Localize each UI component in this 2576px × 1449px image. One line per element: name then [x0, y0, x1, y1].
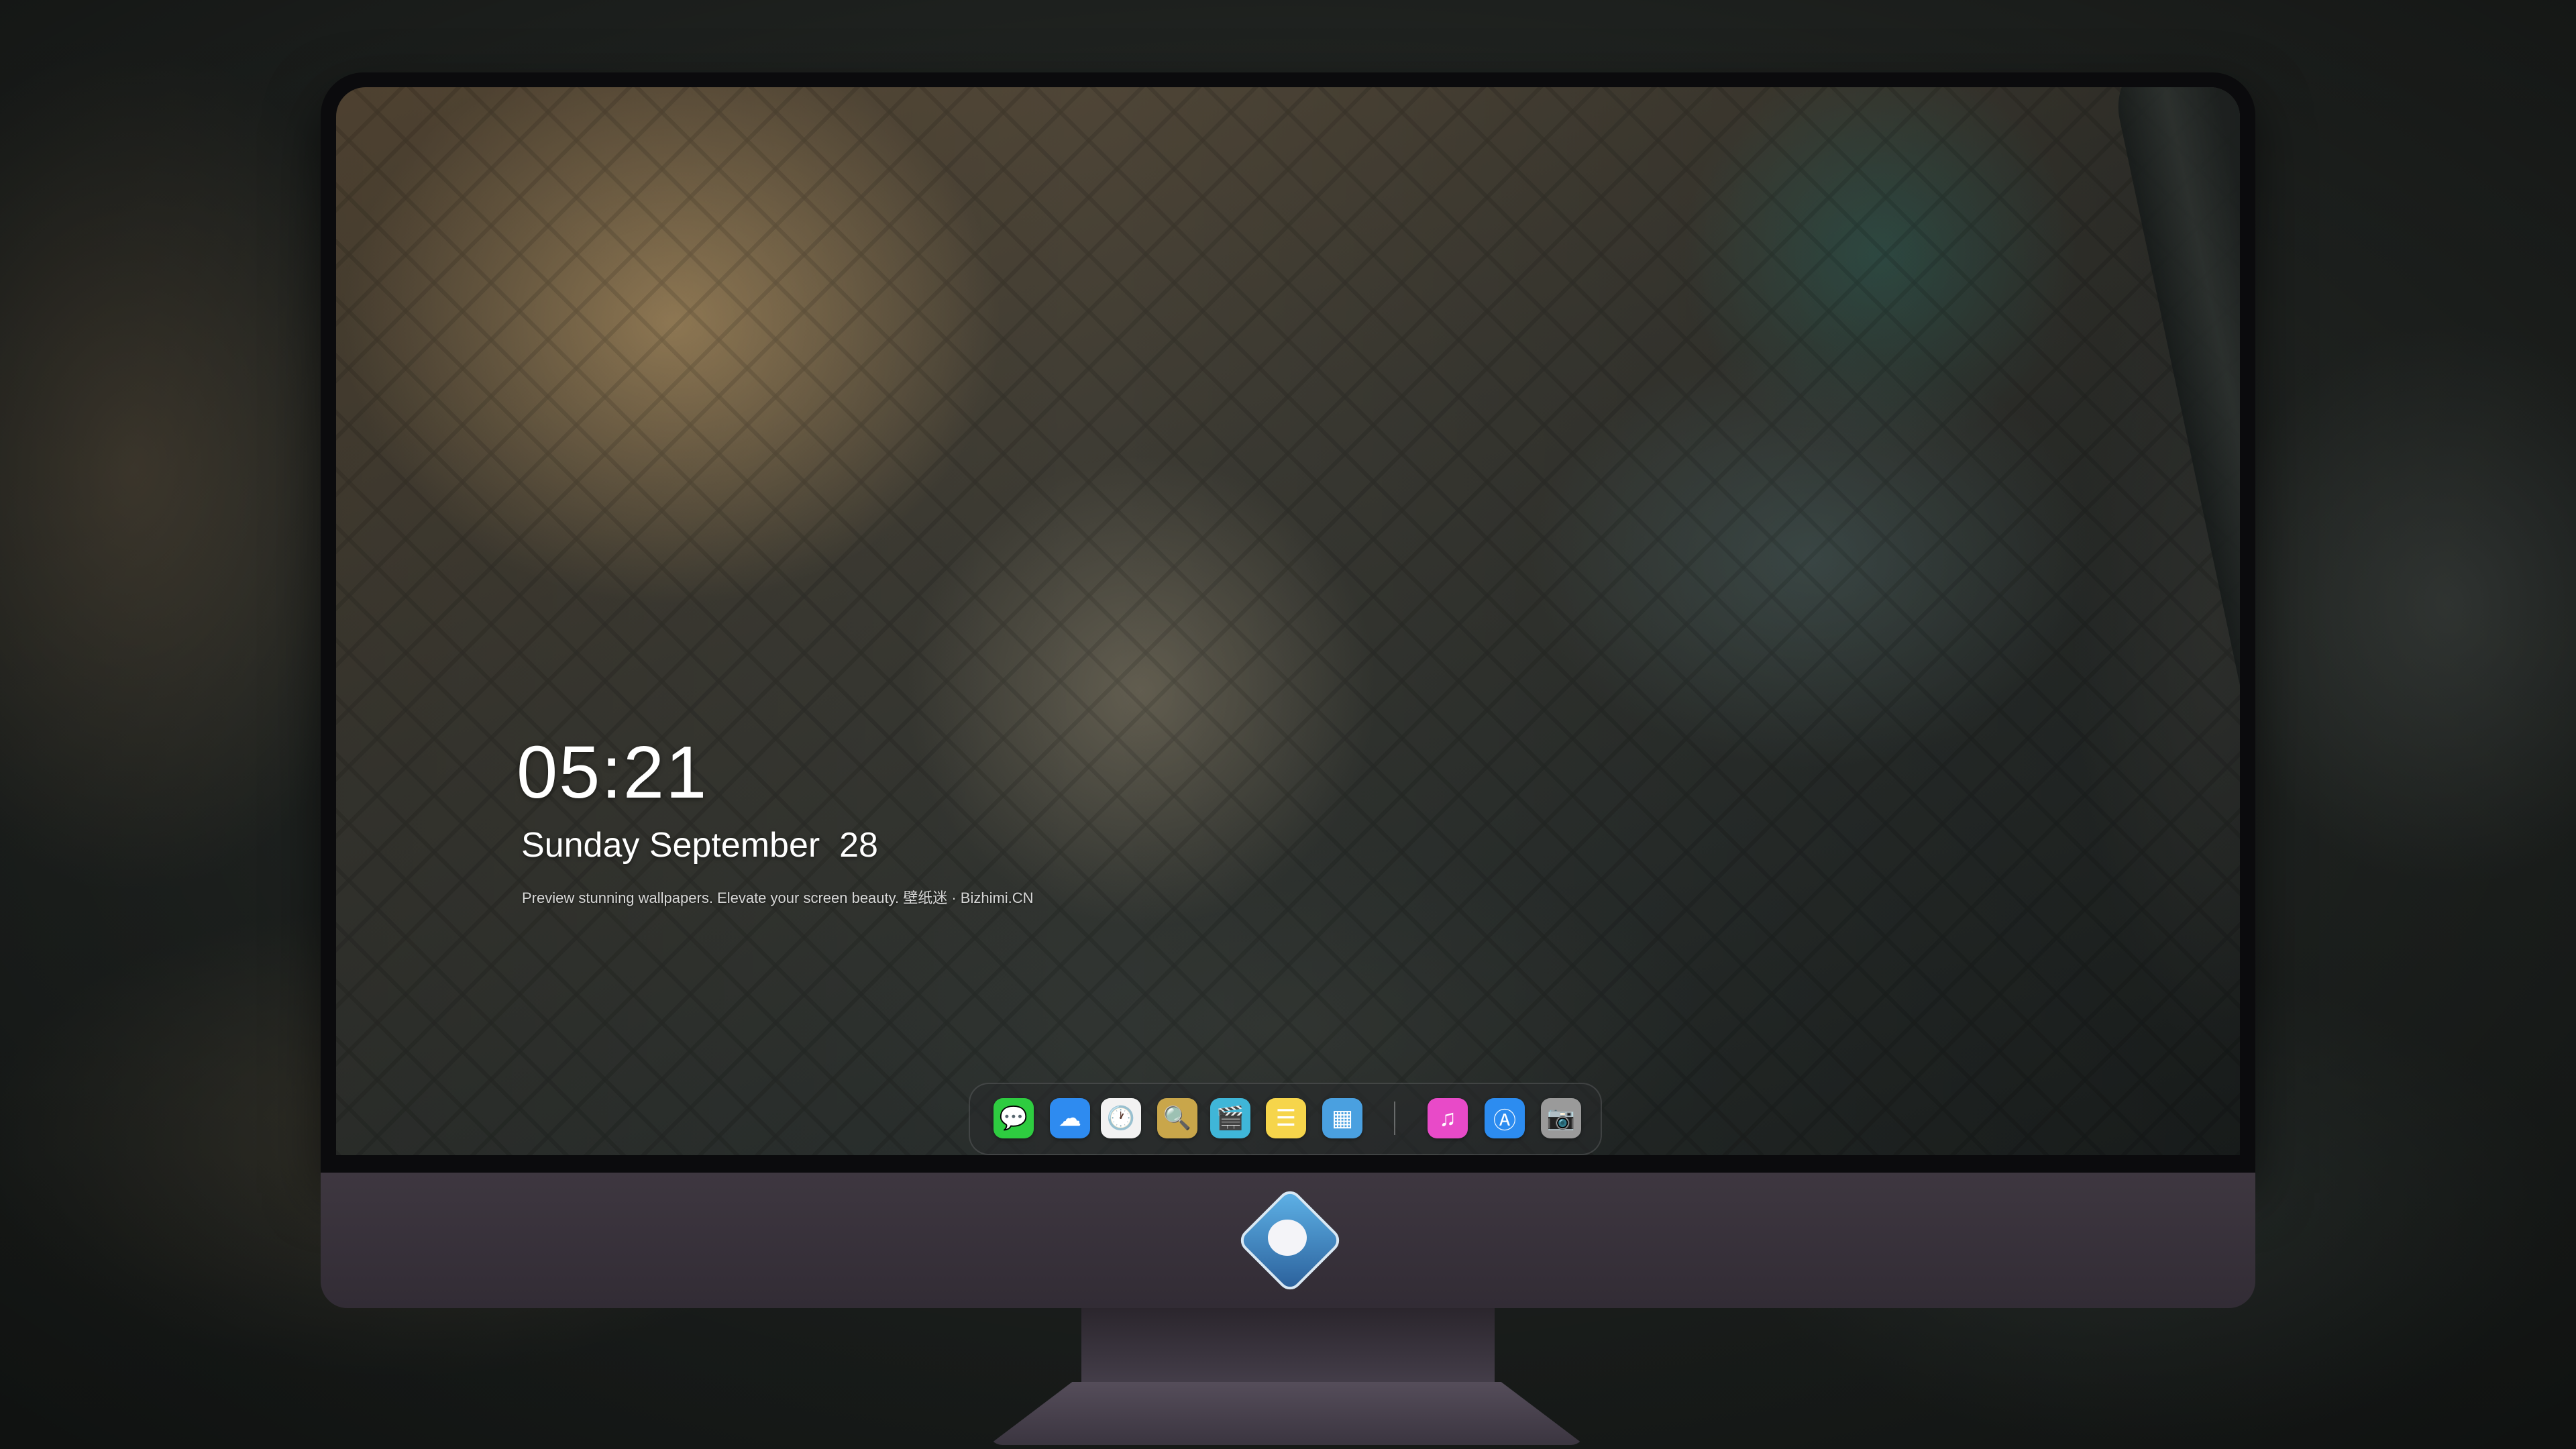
lock-screen-date: Sunday September 28 — [521, 826, 878, 865]
preview-icon[interactable]: 🔍 — [1157, 1098, 1197, 1138]
camera-icon[interactable]: 📷 — [1541, 1098, 1581, 1138]
wallpaper-tagline: Preview stunning wallpapers. Elevate you… — [522, 890, 1034, 906]
clock-icon[interactable]: 🕐 — [1101, 1098, 1141, 1138]
dock-separator — [1394, 1102, 1395, 1135]
wallpaper-shade — [336, 87, 2240, 1155]
messages-icon[interactable]: 💬 — [994, 1098, 1034, 1138]
brand-logo-face — [1268, 1220, 1307, 1256]
desktop-screen — [336, 87, 2240, 1155]
notes-icon[interactable]: ☰ — [1266, 1098, 1306, 1138]
video-icon[interactable]: 🎬 — [1210, 1098, 1250, 1138]
weather-icon[interactable]: ☁ — [1050, 1098, 1090, 1138]
app-store-icon[interactable]: Ⓐ — [1485, 1098, 1525, 1138]
lock-screen-time: 05:21 — [517, 731, 708, 814]
music-icon[interactable]: ♫ — [1428, 1098, 1468, 1138]
photos-icon[interactable]: ▦ — [1322, 1098, 1362, 1138]
monitor-stand-base — [989, 1382, 1585, 1445]
